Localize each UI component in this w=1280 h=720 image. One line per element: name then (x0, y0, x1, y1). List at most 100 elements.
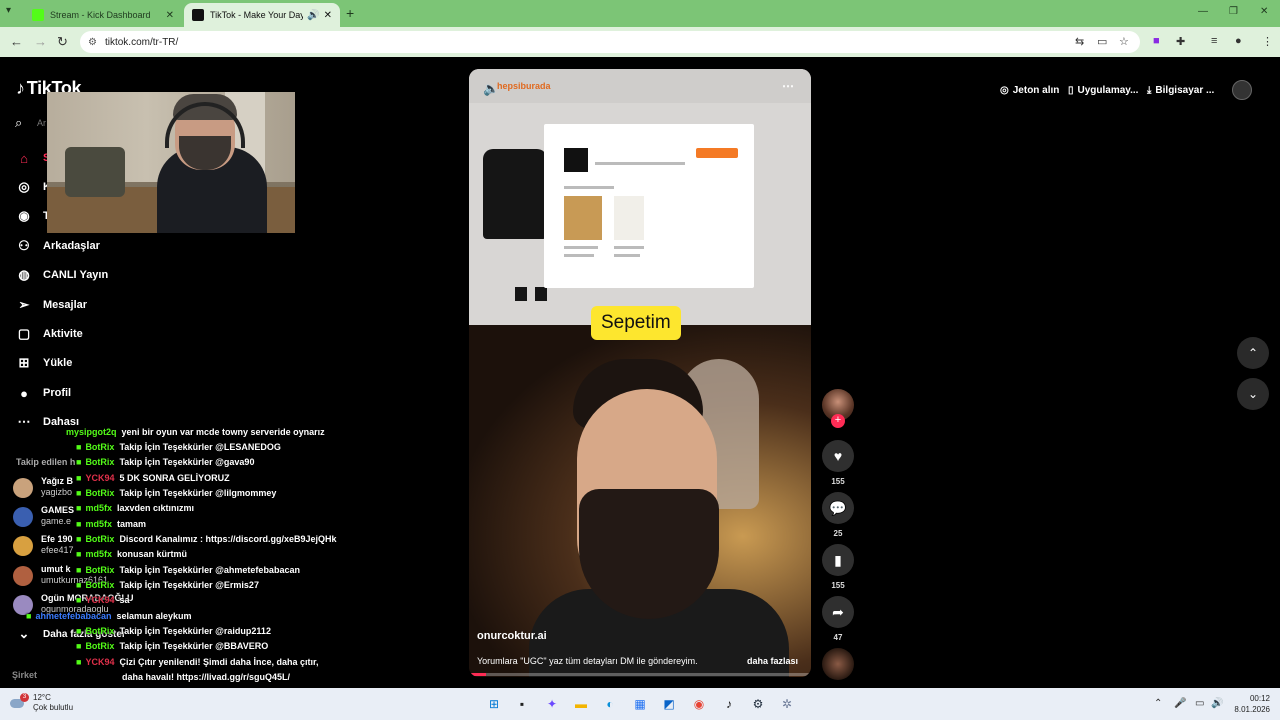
task-view-icon[interactable]: ▪ (512, 694, 532, 714)
sidebar-item-upload[interactable]: ⊞ Yükle (16, 353, 73, 373)
previous-video-button[interactable]: ⌃ (1237, 337, 1269, 369)
kick-badge-icon: ■ (76, 473, 82, 483)
chat-message: mysipgot2q yeni bir oyun var mcde towny s… (66, 427, 325, 437)
new-tab-button[interactable]: + (346, 5, 354, 21)
clock[interactable]: 00:12 8.01.2026 (1225, 693, 1270, 715)
sidebar-item-profile[interactable]: ● Profil (16, 383, 71, 403)
upload-icon: ⊞ (18, 355, 30, 370)
network-icon[interactable]: ▭ (1195, 698, 1204, 709)
close-tab-icon[interactable]: ✕ (324, 10, 332, 21)
next-video-button[interactable]: ⌄ (1237, 378, 1269, 410)
video-player[interactable]: hepsiburada 🔈 ⋯ Sepetim onurcoktur.ai Yo… (469, 69, 811, 677)
chat-message: ■ BotRix Takip İçin Teşekkürler @ahmetefeb… (76, 565, 300, 575)
media-control-icon[interactable]: ≡ (1211, 35, 1217, 47)
sidebar-item-live[interactable]: ◍ CANLI Yayın (16, 265, 108, 285)
like-count: 155 (831, 477, 845, 486)
speaker-icon[interactable]: 🔊 (1211, 698, 1223, 709)
chrome-icon[interactable]: ◉ (689, 694, 709, 714)
music-disc[interactable] (822, 648, 854, 680)
following-account[interactable]: Yağız Byagizbo (13, 476, 73, 500)
chat-message: ■ YCK94 5 DK SONRA GELİYORUZ (76, 473, 230, 483)
save-button[interactable]: ▮ 155 (822, 544, 854, 590)
tab-title: TikTok - Make Your Day (210, 10, 304, 20)
sidebar-item-home[interactable]: ⌂S (16, 148, 50, 168)
get-app-button[interactable]: ▯ Uygulamay... (1068, 80, 1138, 100)
search-icon[interactable]: ⌕ (15, 115, 22, 131)
following-account[interactable]: GAMES game.e (13, 505, 74, 529)
edge-icon[interactable]: ◐ (600, 694, 620, 714)
footer-company-link[interactable]: Şirket (12, 670, 37, 680)
translate-icon[interactable]: ⇆ (1075, 35, 1084, 48)
heart-icon: ♥ (822, 440, 854, 472)
see-more-link[interactable]: daha fazlası (747, 656, 798, 666)
outlook-icon[interactable]: ◩ (659, 694, 679, 714)
profile-avatar-icon[interactable]: ● (1235, 35, 1242, 47)
forward-icon[interactable]: → (34, 34, 47, 49)
chat-message: ■ BotRix Takip İçin Teşekkürler @BBAVERO (76, 641, 269, 651)
store-icon[interactable]: ▦ (630, 694, 650, 714)
comment-button[interactable]: 💬 25 (822, 492, 854, 538)
sidebar-item-explore[interactable]: ◎K (16, 177, 51, 197)
chat-message: ■ YCK94 sa (76, 595, 130, 605)
kick-badge-icon: ■ (76, 457, 82, 467)
copilot-icon[interactable]: ✦ (542, 694, 562, 714)
video-more-options-icon[interactable]: ⋯ (782, 79, 794, 93)
steam-icon[interactable]: ⚙ (748, 694, 768, 714)
tab-list-icon[interactable]: ▾ (6, 5, 11, 16)
chat-message: daha havalı! https://livad.gg/r/sguQ45L/ (122, 672, 291, 682)
extensions-puzzle-icon[interactable]: ✚ (1176, 35, 1185, 48)
reload-icon[interactable]: ↻ (57, 34, 68, 50)
start-icon[interactable]: ⊞ (484, 694, 504, 714)
app-settings-icon[interactable]: ✲ (777, 694, 797, 714)
close-tab-icon[interactable]: ✕ (166, 10, 174, 21)
back-icon[interactable]: ← (10, 34, 23, 49)
like-button[interactable]: ♥ 155 (822, 440, 854, 486)
audio-icon[interactable]: 🔊 (307, 10, 319, 21)
browser-menu-icon[interactable]: ⋮ (1262, 35, 1273, 48)
avatar (13, 536, 33, 556)
coin-icon: ◎ (1000, 84, 1009, 96)
following-account[interactable]: Efe 190 efee417 (13, 534, 74, 558)
tiktok-app-icon[interactable]: ♪ (719, 694, 739, 714)
avatar (13, 507, 33, 527)
download-icon: ⤓ (1147, 84, 1152, 96)
minimize-button[interactable]: — (1198, 6, 1208, 17)
share-button[interactable]: ➦ 47 (822, 596, 854, 642)
tab-kick-dashboard[interactable]: Stream - Kick Dashboard ✕ (24, 3, 182, 27)
desktop-app-button[interactable]: ⤓ Bilgisayar ... (1147, 80, 1214, 100)
address-bar[interactable]: ⚙ tiktok.com/tr-TR/ (80, 31, 1140, 53)
messages-icon: ➢ (18, 297, 30, 312)
get-coins-button[interactable]: ◎ Jeton alın (1000, 80, 1059, 100)
volume-icon[interactable]: 🔈 (483, 81, 499, 97)
user-avatar[interactable] (1232, 80, 1252, 100)
search-input[interactable]: Ar (37, 118, 46, 128)
tab-tiktok[interactable]: TikTok - Make Your Day 🔊 ✕ (184, 3, 340, 27)
video-progress-bar[interactable] (469, 673, 811, 676)
extension-icon[interactable]: ■ (1153, 35, 1160, 47)
restore-button[interactable]: ❐ (1229, 6, 1238, 17)
sidebar-item-activity[interactable]: ▢ Aktivite (16, 324, 83, 344)
chevron-down-icon: ⌄ (18, 626, 30, 641)
more-icon: ⋯ (17, 414, 31, 429)
chat-message: ■ ahmetefebabacan selamun aleykum (26, 611, 192, 621)
cart-modal-image (544, 124, 754, 288)
close-window-button[interactable]: ✕ (1260, 6, 1268, 17)
comment-icon: 💬 (822, 492, 854, 524)
sidebar-item-messages[interactable]: ➢ Mesajlar (16, 295, 87, 315)
tray-chevron-up-icon[interactable]: ⌃ (1154, 698, 1162, 709)
microphone-icon[interactable]: 🎤 (1174, 698, 1186, 709)
phone-icon: ▯ (1068, 84, 1074, 96)
weather-widget[interactable]: 3 12°C Çok bulutlu (8, 693, 73, 713)
video-caption-sticker: Sepetim (591, 306, 681, 340)
sidebar-item-following[interactable]: ◉T (16, 206, 49, 226)
video-author[interactable]: onurcoktur.ai (477, 630, 547, 642)
video-screenshot-shop: hepsiburada (469, 69, 811, 325)
follow-plus-button[interactable]: + (831, 414, 845, 428)
sidebar-item-friends[interactable]: ⚇ Arkadaşlar (16, 236, 100, 256)
kick-badge-icon: ■ (76, 549, 82, 559)
file-explorer-icon[interactable]: ▬ (571, 694, 591, 714)
chat-message: ■ BotRix Discord Kanalımız : https://disco… (76, 534, 337, 544)
cast-icon[interactable]: ▭ (1097, 35, 1107, 48)
bookmark-star-icon[interactable]: ☆ (1119, 35, 1129, 48)
site-info-icon[interactable]: ⚙ (88, 37, 97, 48)
